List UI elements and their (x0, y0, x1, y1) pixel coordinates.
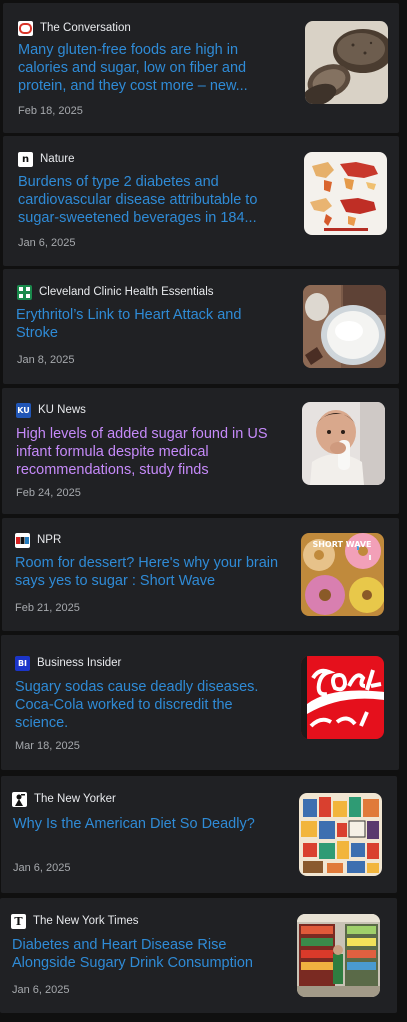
news-card[interactable]: T The New York Times Diabetes and Heart … (0, 898, 397, 1013)
news-date: Jan 8, 2025 (17, 354, 75, 366)
news-headline-link[interactable]: Burdens of type 2 diabetes and cardiovas… (18, 173, 280, 227)
business-insider-logo-icon: BI (15, 655, 30, 671)
news-date: Jan 6, 2025 (12, 984, 70, 996)
news-headline-link[interactable]: Erythritol’s Link to Heart Attack and St… (16, 306, 278, 342)
news-headline-link[interactable]: Many gluten-free foods are high in calor… (18, 41, 280, 95)
news-headline-link[interactable]: High levels of added sugar found in US i… (16, 425, 280, 479)
cleveland-clinic-logo-icon (17, 284, 32, 300)
news-card[interactable]: The Conversation Many gluten-free foods … (3, 3, 399, 133)
infant-bottle-thumbnail[interactable] (302, 402, 385, 485)
news-source-name: NPR (37, 534, 62, 546)
news-card[interactable]: The New Yorker Why Is the American Diet … (1, 776, 397, 893)
news-source-name: Nature (40, 153, 75, 165)
the-conversation-logo-icon (18, 20, 33, 36)
world-map-thumbnail[interactable] (304, 152, 387, 235)
processed-food-illustration-thumbnail[interactable] (299, 793, 382, 876)
news-date: Feb 18, 2025 (18, 105, 83, 117)
news-headline-link[interactable]: Diabetes and Heart Disease Rise Alongsid… (12, 936, 284, 972)
news-source-name: Cleveland Clinic Health Essentials (39, 286, 214, 298)
npr-logo-icon (15, 532, 30, 548)
ku-news-logo-icon: KU (16, 402, 31, 418)
news-date: Jan 6, 2025 (18, 237, 76, 249)
news-source-name: Business Insider (37, 657, 122, 669)
new-york-times-logo-icon: T (11, 913, 26, 929)
donuts-thumbnail[interactable]: SHORT WAVE (301, 533, 384, 616)
news-source: BI Business Insider (15, 655, 121, 671)
news-card[interactable]: KU KU News High levels of added sugar fo… (2, 388, 399, 514)
news-date: Jan 6, 2025 (13, 862, 71, 874)
news-card[interactable]: NPR Room for dessert? Here's why your br… (2, 518, 399, 631)
news-date: Mar 18, 2025 (15, 740, 80, 752)
news-source: The New Yorker (12, 791, 116, 807)
news-card[interactable]: n Nature Burdens of type 2 diabetes and … (3, 136, 399, 266)
sweetener-bowl-thumbnail[interactable] (303, 285, 386, 368)
news-source-name: The Conversation (40, 22, 131, 34)
news-date: Feb 24, 2025 (16, 487, 81, 499)
news-headline-link[interactable]: Why Is the American Diet So Deadly? (13, 815, 275, 833)
news-source-name: The New York Times (33, 915, 139, 927)
nature-logo-icon: n (18, 151, 33, 167)
news-source: n Nature (18, 151, 75, 167)
thumbnail-caption: SHORT WAVE (312, 540, 371, 549)
news-source: KU KU News (16, 402, 86, 418)
news-source: The Conversation (18, 20, 131, 36)
news-headline-link[interactable]: Sugary sodas cause deadly diseases. Coca… (15, 678, 277, 732)
news-card[interactable]: Cleveland Clinic Health Essentials Eryth… (3, 269, 399, 384)
news-source-name: KU News (38, 404, 86, 416)
drink-aisle-thumbnail[interactable] (297, 914, 380, 997)
news-date: Feb 21, 2025 (15, 602, 80, 614)
news-source: NPR (15, 532, 61, 548)
news-card[interactable]: BI Business Insider Sugary sodas cause d… (1, 635, 399, 770)
news-source-name: The New Yorker (34, 793, 116, 805)
news-source: T The New York Times (11, 913, 138, 929)
news-headline-link[interactable]: Room for dessert? Here's why your brain … (15, 554, 289, 590)
the-new-yorker-logo-icon (12, 791, 27, 807)
news-source: Cleveland Clinic Health Essentials (17, 284, 214, 300)
coca-cola-sign-thumbnail[interactable] (301, 656, 384, 739)
gluten-free-bread-thumbnail[interactable] (305, 21, 388, 104)
